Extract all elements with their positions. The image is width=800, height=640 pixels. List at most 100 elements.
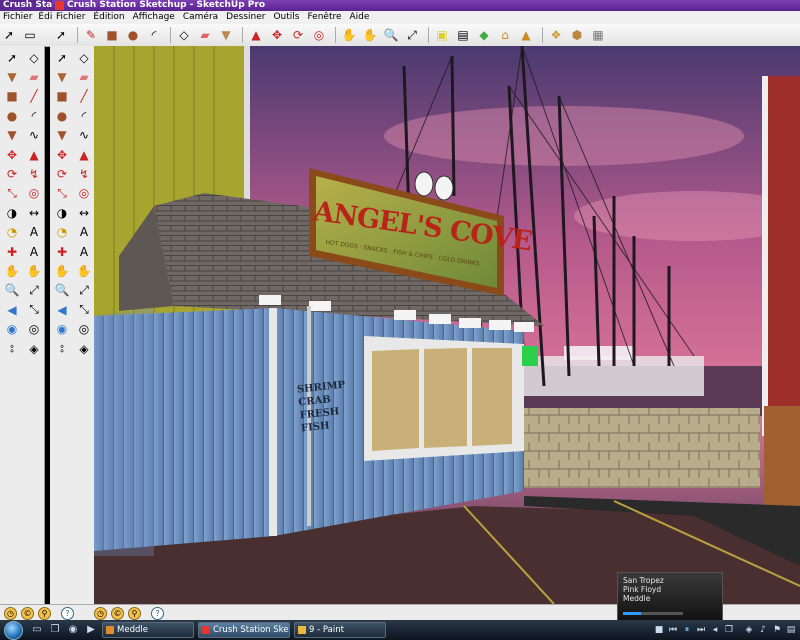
credits-icon[interactable]: © — [21, 606, 34, 620]
geo-location-icon[interactable]: ◷ — [4, 606, 17, 620]
move-icon[interactable]: ✥ — [268, 26, 286, 44]
protractor-icon[interactable]: ◔ — [2, 223, 22, 242]
media-player-icon[interactable]: ▶ — [84, 623, 98, 637]
rotate-icon[interactable]: ⟳ — [52, 164, 72, 183]
help-icon[interactable]: ? — [151, 606, 164, 620]
push-pull-icon[interactable]: ▲ — [74, 145, 94, 164]
offset-icon[interactable]: ◎ — [74, 184, 94, 203]
look-around-icon[interactable]: ◎ — [74, 319, 94, 338]
zoom-icon[interactable]: 🔍 — [382, 26, 400, 44]
language-icon[interactable]: ▤ — [786, 625, 796, 635]
zoom-icon[interactable]: 🔍 — [2, 281, 22, 300]
arc-icon[interactable]: ◜ — [24, 106, 44, 125]
start-button[interactable] — [0, 620, 26, 640]
dimension-icon[interactable]: ↔ — [24, 203, 44, 222]
task-paint[interactable]: 9 - Paint — [294, 622, 386, 638]
previous-track-icon[interactable]: ⏮ — [668, 625, 678, 635]
menu-item-outils[interactable]: Outils — [269, 12, 303, 22]
pan-icon[interactable]: ✋ — [24, 261, 44, 280]
zoom-extents-icon[interactable]: ⤡ — [74, 300, 94, 319]
eraser-icon[interactable]: ▰ — [74, 67, 94, 86]
paint-bucket-icon[interactable]: ▼ — [52, 67, 72, 86]
orbit-icon[interactable]: ✋ — [52, 261, 72, 280]
help-icon[interactable]: ? — [61, 606, 74, 620]
playback-progress[interactable] — [623, 612, 683, 615]
google-earth-icon[interactable]: ◆ — [475, 26, 493, 44]
text-icon[interactable]: A — [74, 223, 94, 242]
menu-item-fichier[interactable]: Fichier — [52, 12, 89, 22]
arc-icon[interactable]: ◜ — [145, 26, 163, 44]
eraser-icon[interactable]: ▭ — [21, 26, 39, 44]
text-icon[interactable]: A — [24, 223, 44, 242]
menu-item-camera[interactable]: Caméra — [179, 12, 222, 22]
section-plane-icon[interactable]: ◈ — [24, 339, 44, 358]
rectangle-icon[interactable]: ■ — [2, 87, 22, 106]
zoom-icon[interactable]: 🔍 — [52, 281, 72, 300]
select-icon[interactable]: ➚ — [0, 26, 18, 44]
offset-icon[interactable]: ◎ — [24, 184, 44, 203]
push-pull-icon[interactable]: ▲ — [247, 26, 265, 44]
drawing-viewport[interactable]: ANGEL'S COVE HOT DOGS · SNACKS · FISH & … — [94, 46, 800, 604]
position-camera-icon[interactable]: ◉ — [2, 319, 22, 338]
paint-bucket-icon[interactable]: ▼ — [2, 67, 22, 86]
look-around-icon[interactable]: ◎ — [24, 319, 44, 338]
switch-windows-icon[interactable]: ❐ — [48, 623, 62, 637]
pan-icon[interactable]: ✋ — [74, 261, 94, 280]
protractor-icon[interactable]: ◔ — [52, 223, 72, 242]
polygon-icon[interactable]: ▼ — [52, 126, 72, 145]
stop-icon[interactable]: ■ — [654, 625, 664, 635]
get-models-icon[interactable]: ▣ — [433, 26, 451, 44]
component-icon[interactable]: ◇ — [24, 48, 44, 67]
task-meddle[interactable]: Meddle — [102, 622, 194, 638]
scale-icon[interactable]: ⤡ — [2, 184, 22, 203]
follow-me-icon[interactable]: ↯ — [24, 164, 44, 183]
tape-measure-icon[interactable]: ◑ — [52, 203, 72, 222]
menu-item-aide[interactable]: Aide — [346, 12, 374, 22]
menu-item-fenetre[interactable]: Fenêtre — [303, 12, 345, 22]
browser-icon[interactable]: ◉ — [66, 623, 80, 637]
zoom-extents-icon[interactable]: ⤡ — [24, 300, 44, 319]
security-icon[interactable]: ⚑ — [772, 625, 782, 635]
pencil-icon[interactable]: ✎ — [82, 26, 100, 44]
sound-icon[interactable]: ♪ — [758, 625, 768, 635]
rectangle-icon[interactable]: ■ — [103, 26, 121, 44]
make-component-icon[interactable]: ◇ — [175, 26, 193, 44]
position-camera-icon[interactable]: ◉ — [52, 319, 72, 338]
styles-icon[interactable]: ▦ — [589, 26, 607, 44]
3d-text-icon[interactable]: A — [74, 242, 94, 261]
component-icon[interactable]: ◇ — [74, 48, 94, 67]
circle-icon[interactable]: ● — [124, 26, 142, 44]
task-sketchup[interactable]: Crush Station Sketc... — [198, 622, 290, 638]
menu-item-edition[interactable]: Édition — [89, 12, 128, 22]
pan-icon[interactable]: ✋ — [361, 26, 379, 44]
line-icon[interactable]: ╱ — [74, 87, 94, 106]
axes-icon[interactable]: ✚ — [52, 242, 72, 261]
paint-bucket-icon[interactable]: ▼ — [217, 26, 235, 44]
previous-view-icon[interactable]: ◀ — [52, 300, 72, 319]
walk-icon[interactable]: ⦂ — [52, 339, 72, 358]
select-icon[interactable]: ➚ — [52, 26, 70, 44]
freehand-icon[interactable]: ∿ — [24, 126, 44, 145]
zoom-window-icon[interactable]: ⤢ — [74, 281, 94, 300]
3d-text-icon[interactable]: A — [24, 242, 44, 261]
back-menu-item-file[interactable]: Fichier — [0, 12, 35, 22]
move-icon[interactable]: ✥ — [52, 145, 72, 164]
tape-measure-icon[interactable]: ◑ — [2, 203, 22, 222]
freehand-icon[interactable]: ∿ — [74, 126, 94, 145]
rectangle-icon[interactable]: ■ — [52, 87, 72, 106]
show-desktop-icon[interactable]: ▭ — [30, 623, 44, 637]
menu-item-dessiner[interactable]: Dessiner — [222, 12, 269, 22]
place-model-icon[interactable]: ⌂ — [496, 26, 514, 44]
volume-icon[interactable]: ◂ — [710, 625, 720, 635]
follow-me-icon[interactable]: ↯ — [74, 164, 94, 183]
restore-icon[interactable]: ❐ — [724, 625, 734, 635]
circle-icon[interactable]: ● — [52, 106, 72, 125]
orbit-icon[interactable]: ✋ — [2, 261, 22, 280]
rotate-icon[interactable]: ⟳ — [2, 164, 22, 183]
arc-icon[interactable]: ◜ — [74, 106, 94, 125]
user-icon[interactable]: ⚲ — [128, 606, 141, 620]
back-menu-item-edit[interactable]: Éditio — [35, 12, 52, 22]
select-icon[interactable]: ➚ — [2, 48, 22, 67]
materials-icon[interactable]: ⬢ — [568, 26, 586, 44]
photo-textures-icon[interactable]: ▲ — [517, 26, 535, 44]
